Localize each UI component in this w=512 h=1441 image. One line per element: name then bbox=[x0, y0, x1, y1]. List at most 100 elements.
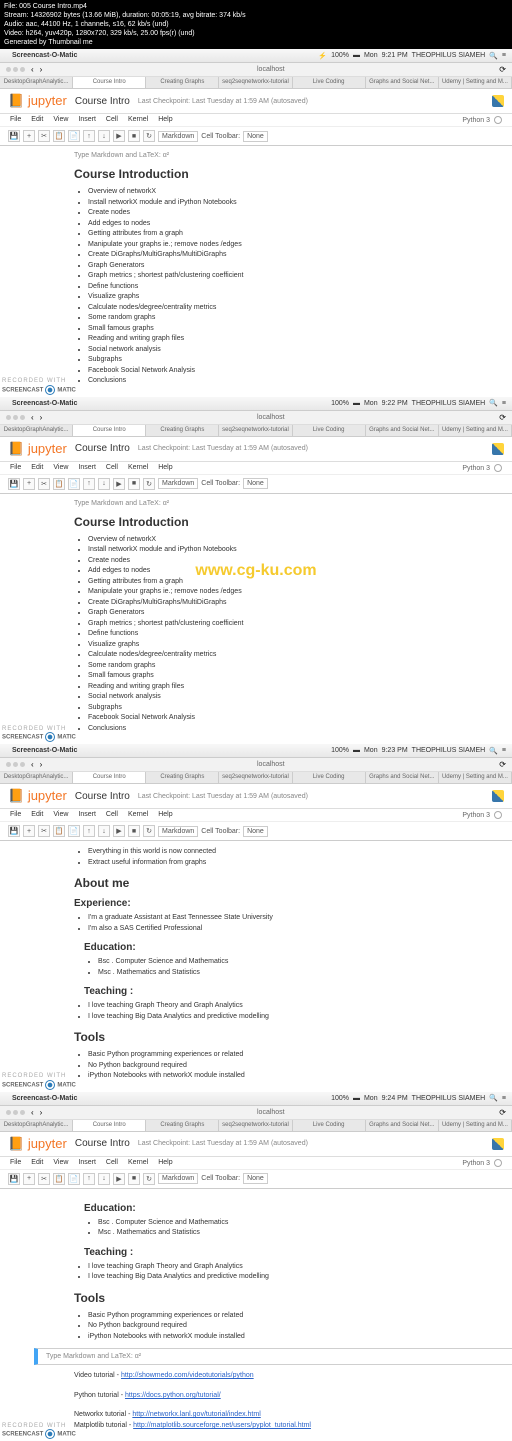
tab[interactable]: Creating Graphs bbox=[146, 772, 219, 783]
tab[interactable]: Creating Graphs bbox=[146, 425, 219, 436]
menu-help[interactable]: Help bbox=[158, 464, 172, 472]
back-icon[interactable]: ‹ bbox=[31, 760, 34, 769]
url-bar[interactable]: localhost bbox=[48, 761, 493, 768]
menu-view[interactable]: View bbox=[53, 811, 68, 819]
save-icon[interactable]: 💾 bbox=[8, 1173, 20, 1185]
menu-icon[interactable]: ≡ bbox=[502, 400, 506, 407]
restart-icon[interactable]: ↻ bbox=[143, 130, 155, 142]
stop-icon[interactable]: ■ bbox=[128, 825, 140, 837]
stop-icon[interactable]: ■ bbox=[128, 130, 140, 142]
fwd-icon[interactable]: › bbox=[40, 413, 43, 422]
move-up-icon[interactable]: ↑ bbox=[83, 825, 95, 837]
move-down-icon[interactable]: ↓ bbox=[98, 478, 110, 490]
stop-icon[interactable]: ■ bbox=[128, 478, 140, 490]
run-icon[interactable]: ▶ bbox=[113, 1173, 125, 1185]
cut-icon[interactable]: ✂ bbox=[38, 825, 50, 837]
notebook-title[interactable]: Course Intro bbox=[75, 443, 130, 454]
menu-cell[interactable]: Cell bbox=[106, 116, 118, 124]
add-cell-icon[interactable]: + bbox=[23, 130, 35, 142]
url-bar[interactable]: localhost bbox=[48, 1109, 493, 1116]
menu-kernel[interactable]: Kernel bbox=[128, 1159, 148, 1167]
url-bar[interactable]: localhost bbox=[48, 66, 493, 73]
tab[interactable]: DesktopGraphAnalytic... bbox=[0, 772, 73, 783]
paste-icon[interactable]: 📄 bbox=[68, 478, 80, 490]
copy-icon[interactable]: 📋 bbox=[53, 478, 65, 490]
celltoolbar-select[interactable]: None bbox=[243, 131, 268, 142]
move-down-icon[interactable]: ↓ bbox=[98, 825, 110, 837]
tab[interactable]: Udemy | Setting and M... bbox=[439, 77, 512, 88]
celltype-select[interactable]: Markdown bbox=[158, 1173, 198, 1184]
move-up-icon[interactable]: ↑ bbox=[83, 478, 95, 490]
search-icon[interactable]: 🔍 bbox=[489, 399, 498, 407]
tab[interactable]: Course Intro bbox=[73, 772, 146, 783]
menu-file[interactable]: File bbox=[10, 464, 21, 472]
tab[interactable]: seq2seqnetworkx-tutorial bbox=[219, 425, 292, 436]
tab[interactable]: seq2seqnetworkx-tutorial bbox=[219, 77, 292, 88]
reload-icon[interactable]: ⟳ bbox=[499, 760, 506, 769]
celltoolbar-select[interactable]: None bbox=[243, 478, 268, 489]
tab[interactable]: Graphs and Social Net... bbox=[366, 772, 439, 783]
fwd-icon[interactable]: › bbox=[40, 1108, 43, 1117]
menu-insert[interactable]: Insert bbox=[78, 811, 96, 819]
url-bar[interactable]: localhost bbox=[48, 414, 493, 421]
back-icon[interactable]: ‹ bbox=[31, 65, 34, 74]
run-icon[interactable]: ▶ bbox=[113, 825, 125, 837]
run-icon[interactable]: ▶ bbox=[113, 130, 125, 142]
cut-icon[interactable]: ✂ bbox=[38, 1173, 50, 1185]
tab[interactable]: Udemy | Setting and M... bbox=[439, 425, 512, 436]
menu-insert[interactable]: Insert bbox=[78, 116, 96, 124]
celltoolbar-select[interactable]: None bbox=[243, 826, 268, 837]
menu-kernel[interactable]: Kernel bbox=[128, 116, 148, 124]
search-icon[interactable]: 🔍 bbox=[489, 1094, 498, 1102]
reload-icon[interactable]: ⟳ bbox=[499, 413, 506, 422]
move-up-icon[interactable]: ↑ bbox=[83, 1173, 95, 1185]
tab[interactable]: Graphs and Social Net... bbox=[366, 1120, 439, 1131]
jupyter-logo[interactable]: 📙 jupyter bbox=[8, 788, 67, 804]
paste-icon[interactable]: 📄 bbox=[68, 825, 80, 837]
tab[interactable]: DesktopGraphAnalytic... bbox=[0, 425, 73, 436]
tab[interactable]: Course Intro bbox=[73, 425, 146, 436]
reload-icon[interactable]: ⟳ bbox=[499, 65, 506, 74]
run-icon[interactable]: ▶ bbox=[113, 478, 125, 490]
add-cell-icon[interactable]: + bbox=[23, 478, 35, 490]
tab[interactable]: DesktopGraphAnalytic... bbox=[0, 77, 73, 88]
menu-help[interactable]: Help bbox=[158, 116, 172, 124]
tab[interactable]: Creating Graphs bbox=[146, 1120, 219, 1131]
menu-kernel[interactable]: Kernel bbox=[128, 464, 148, 472]
menu-insert[interactable]: Insert bbox=[78, 464, 96, 472]
back-icon[interactable]: ‹ bbox=[31, 413, 34, 422]
save-icon[interactable]: 💾 bbox=[8, 825, 20, 837]
paste-icon[interactable]: 📄 bbox=[68, 130, 80, 142]
restart-icon[interactable]: ↻ bbox=[143, 1173, 155, 1185]
notebook-title[interactable]: Course Intro bbox=[75, 791, 130, 802]
celltype-select[interactable]: Markdown bbox=[158, 131, 198, 142]
celltype-select[interactable]: Markdown bbox=[158, 826, 198, 837]
copy-icon[interactable]: 📋 bbox=[53, 130, 65, 142]
copy-icon[interactable]: 📋 bbox=[53, 825, 65, 837]
matplotlib-tutorial-link[interactable]: http://matplotlib.sourceforge.net/users/… bbox=[133, 1422, 311, 1429]
back-icon[interactable]: ‹ bbox=[31, 1108, 34, 1117]
tab[interactable]: Course Intro bbox=[73, 77, 146, 88]
menu-help[interactable]: Help bbox=[158, 811, 172, 819]
menu-view[interactable]: View bbox=[53, 116, 68, 124]
restart-icon[interactable]: ↻ bbox=[143, 478, 155, 490]
celltoolbar-select[interactable]: None bbox=[243, 1173, 268, 1184]
python-tutorial-link[interactable]: https://docs.python.org/tutorial/ bbox=[125, 1392, 221, 1399]
fwd-icon[interactable]: › bbox=[40, 65, 43, 74]
menu-file[interactable]: File bbox=[10, 811, 21, 819]
menu-icon[interactable]: ≡ bbox=[502, 52, 506, 59]
celltype-select[interactable]: Markdown bbox=[158, 478, 198, 489]
tab[interactable]: Live Coding bbox=[293, 425, 366, 436]
menu-cell[interactable]: Cell bbox=[106, 811, 118, 819]
tab[interactable]: DesktopGraphAnalytic... bbox=[0, 1120, 73, 1131]
jupyter-logo[interactable]: 📙 jupyter bbox=[8, 1136, 67, 1152]
tab[interactable]: Udemy | Setting and M... bbox=[439, 1120, 512, 1131]
menu-edit[interactable]: Edit bbox=[31, 1159, 43, 1167]
search-icon[interactable]: 🔍 bbox=[489, 747, 498, 755]
menu-icon[interactable]: ≡ bbox=[502, 1095, 506, 1102]
menu-insert[interactable]: Insert bbox=[78, 1159, 96, 1167]
reload-icon[interactable]: ⟳ bbox=[499, 1108, 506, 1117]
notebook-title[interactable]: Course Intro bbox=[75, 96, 130, 107]
tab[interactable]: seq2seqnetworkx-tutorial bbox=[219, 1120, 292, 1131]
menu-help[interactable]: Help bbox=[158, 1159, 172, 1167]
